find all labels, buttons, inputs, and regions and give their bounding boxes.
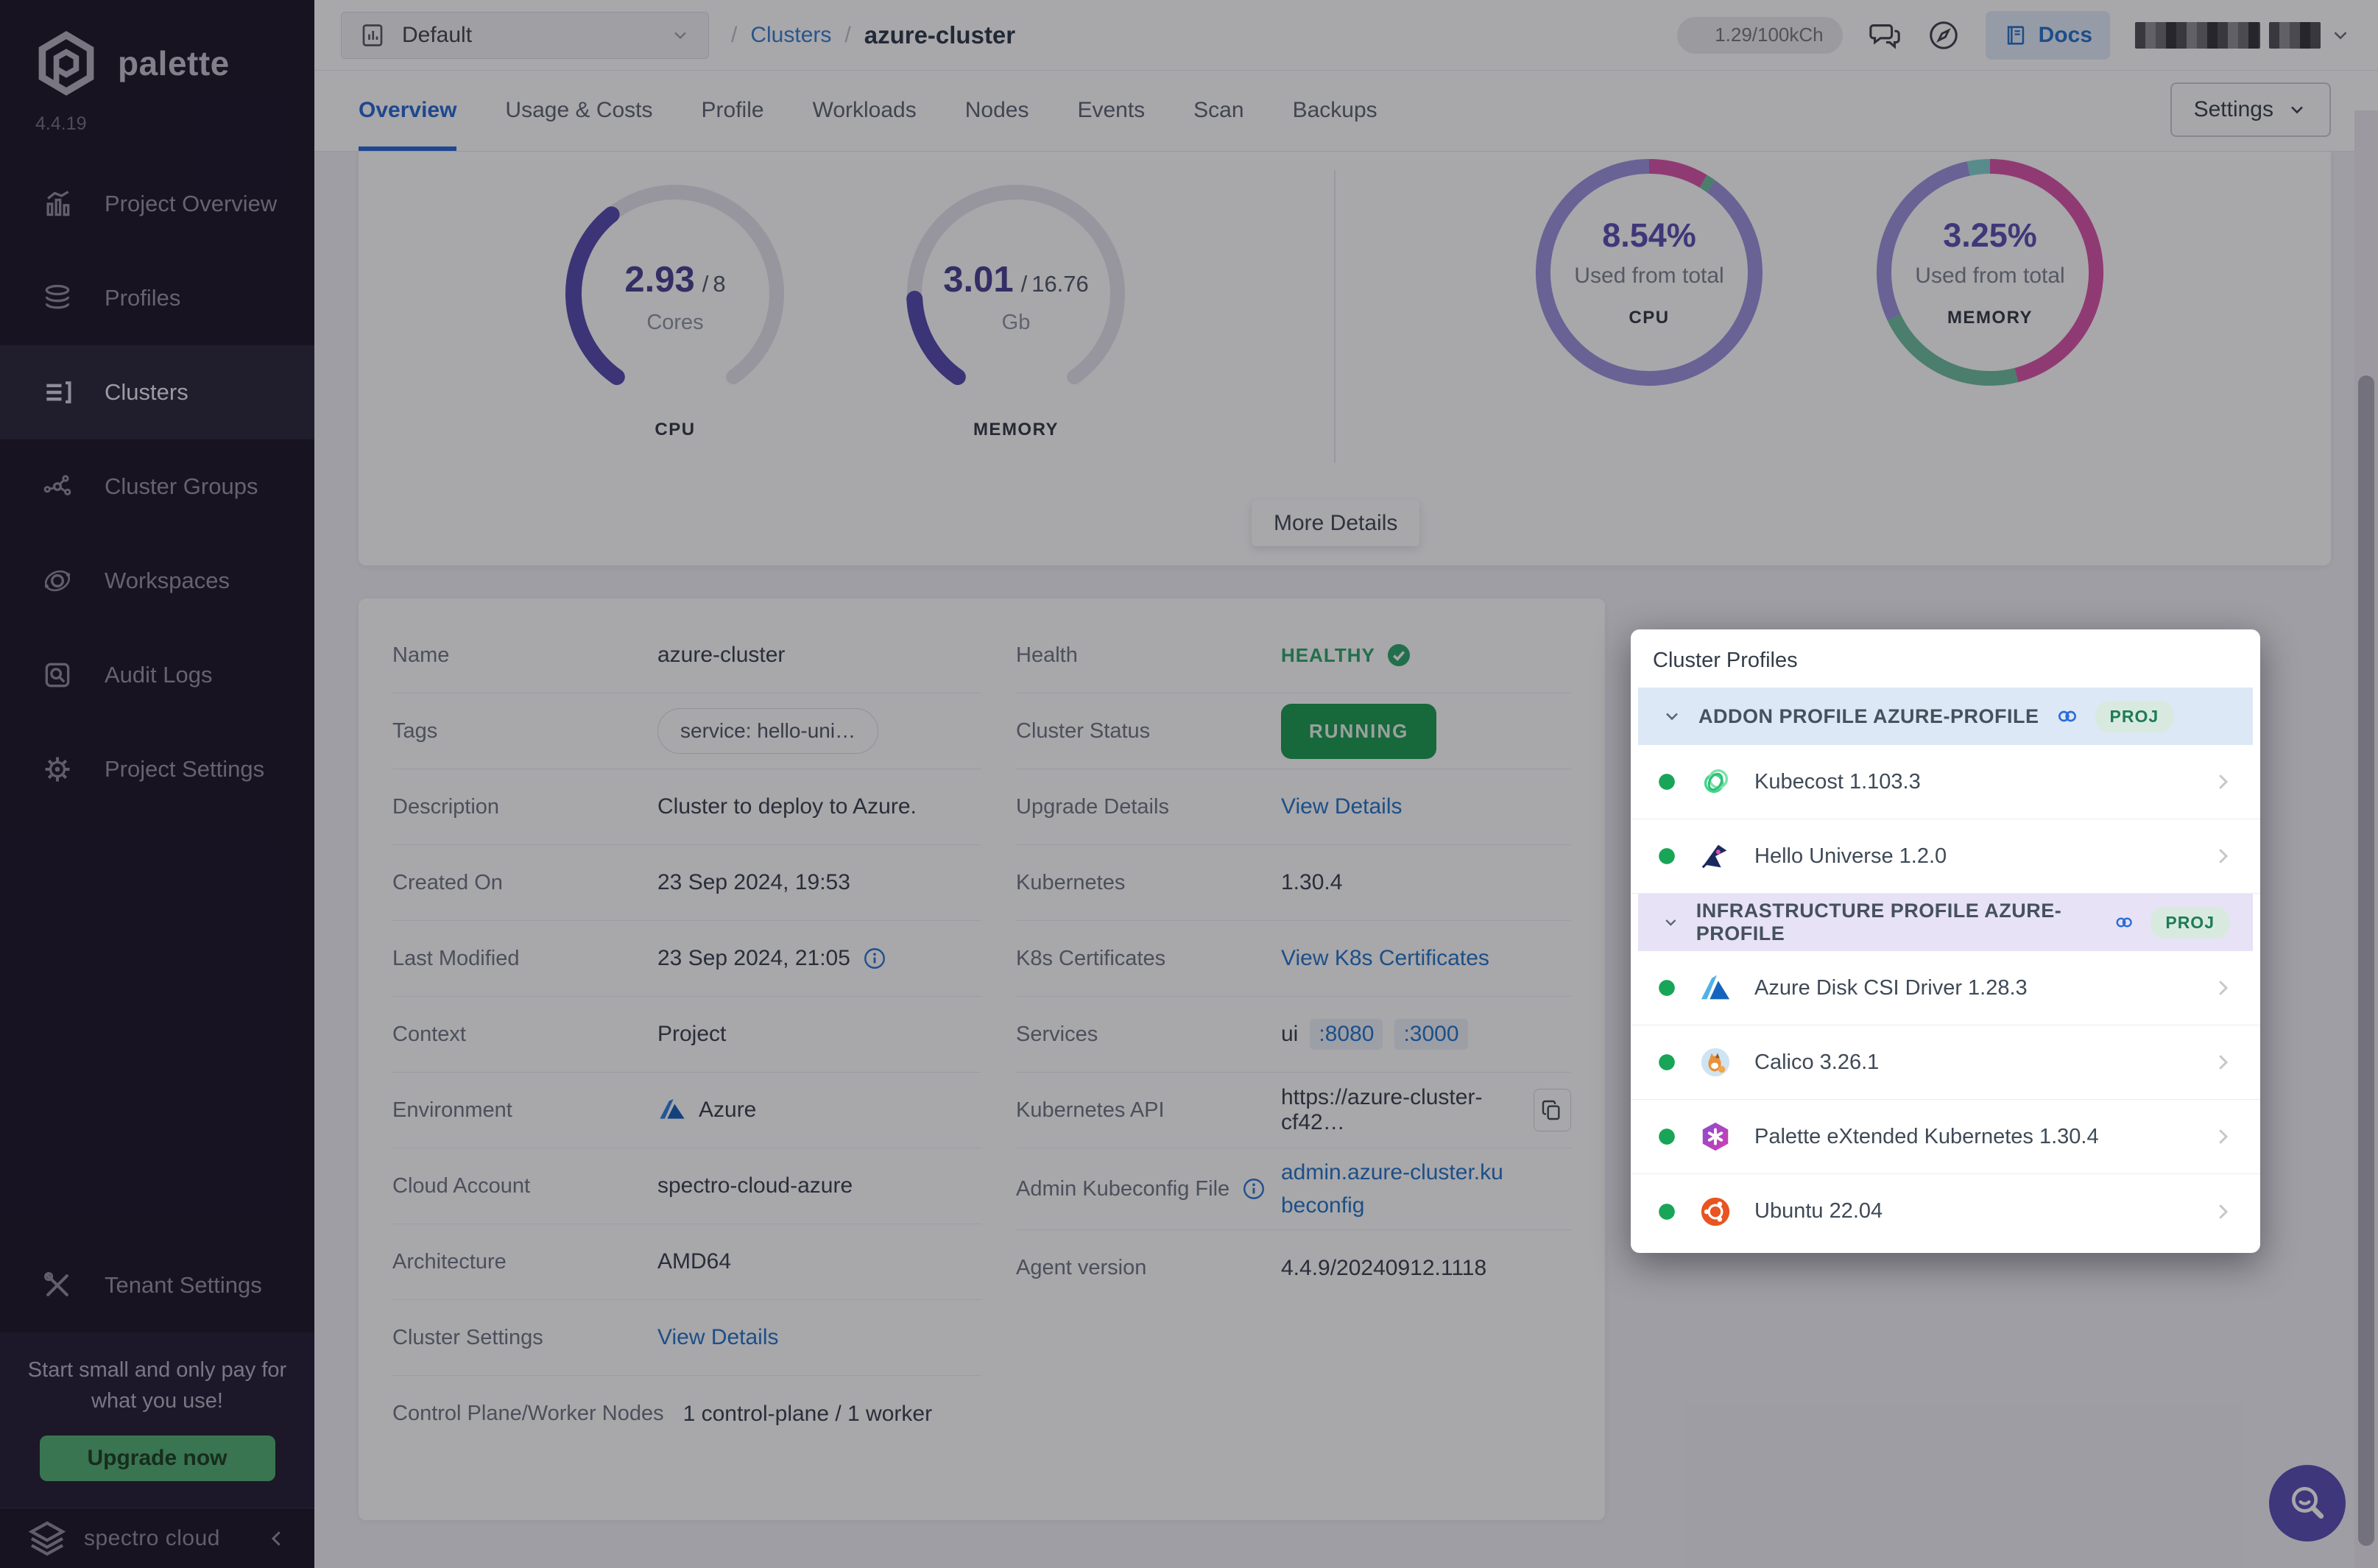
- link-icon[interactable]: [2114, 911, 2134, 934]
- profile-item-azure-disk[interactable]: Azure Disk CSI Driver 1.28.3: [1631, 951, 2260, 1025]
- profile-item-name: Calico 3.26.1: [1754, 1050, 1879, 1075]
- infrastructure-profile-section-header[interactable]: INFRASTRUCTURE PROFILE AZURE-PROFILE PRO…: [1638, 894, 2253, 951]
- profile-item-name: Azure Disk CSI Driver 1.28.3: [1754, 976, 2028, 1000]
- profile-item-calico[interactable]: Calico 3.26.1: [1631, 1025, 2260, 1100]
- addon-profile-section-header[interactable]: ADDON PROFILE AZURE-PROFILE PROJ: [1638, 688, 2253, 745]
- profile-item-palette-k8s[interactable]: Palette eXtended Kubernetes 1.30.4: [1631, 1100, 2260, 1174]
- profile-item-name: Hello Universe 1.2.0: [1754, 844, 1947, 869]
- profile-item-kubecost[interactable]: Kubecost 1.103.3: [1631, 745, 2260, 819]
- chevron-right-icon: [2212, 771, 2234, 793]
- status-dot-icon: [1657, 1053, 1676, 1072]
- chevron-right-icon: [2212, 1126, 2234, 1148]
- section-title: ADDON PROFILE AZURE-PROFILE: [1698, 705, 2039, 728]
- ubuntu-logo: [1698, 1195, 1732, 1229]
- section-title: INFRASTRUCTURE PROFILE AZURE-PROFILE: [1696, 900, 2097, 945]
- palette-k8s-logo: [1698, 1120, 1732, 1154]
- profile-item-name: Kubecost 1.103.3: [1754, 770, 1921, 794]
- calico-logo: [1698, 1045, 1732, 1079]
- cluster-profiles-popup: Cluster Profiles ADDON PROFILE AZURE-PRO…: [1631, 629, 2260, 1253]
- chevron-down-icon: [1662, 706, 1682, 727]
- profile-item-name: Palette eXtended Kubernetes 1.30.4: [1754, 1125, 2099, 1149]
- chevron-right-icon: [2212, 977, 2234, 999]
- link-icon[interactable]: [2056, 704, 2079, 728]
- status-dot-icon: [1657, 1127, 1676, 1146]
- profile-item-ubuntu[interactable]: Ubuntu 22.04: [1631, 1174, 2260, 1249]
- proj-badge: PROJ: [2151, 907, 2229, 939]
- azure-disk-logo: [1698, 971, 1732, 1005]
- profile-item-hello-universe[interactable]: Hello Universe 1.2.0: [1631, 819, 2260, 894]
- chevron-right-icon: [2212, 1051, 2234, 1073]
- proj-badge: PROJ: [2095, 701, 2174, 732]
- app-root: palette 4.4.19 Project Overview Profiles: [0, 0, 2378, 1568]
- status-dot-icon: [1657, 978, 1676, 997]
- status-dot-icon: [1657, 772, 1676, 791]
- popup-title: Cluster Profiles: [1631, 629, 2260, 688]
- chevron-right-icon: [2212, 845, 2234, 867]
- status-dot-icon: [1657, 1202, 1676, 1221]
- profile-item-name: Ubuntu 22.04: [1754, 1199, 1883, 1223]
- kubecost-logo: [1698, 765, 1732, 799]
- hello-universe-logo: [1698, 839, 1732, 873]
- chevron-down-icon: [1662, 912, 1680, 933]
- chevron-right-icon: [2212, 1201, 2234, 1223]
- status-dot-icon: [1657, 847, 1676, 866]
